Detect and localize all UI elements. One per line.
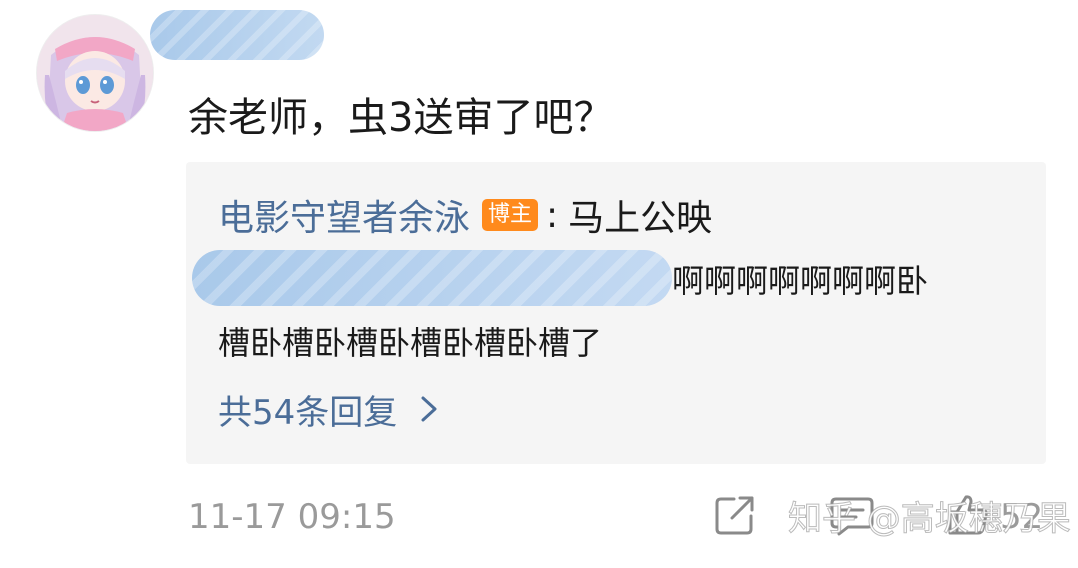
comment-text: 余老师，虫3送审了吧？: [188, 95, 614, 141]
avatar-illustration: [37, 15, 153, 131]
like-count: 52: [1000, 497, 1044, 537]
reply-separator: :: [546, 194, 559, 236]
thumbs-up-icon[interactable]: [944, 492, 992, 538]
reply-username[interactable]: 电影守望者余泳: [218, 189, 470, 241]
reply-text: 马上公映: [568, 198, 713, 239]
reply-count-label: 共54条回复: [218, 392, 398, 433]
comment-card: 余老师，虫3送审了吧？ 电影守望者余泳 博主 : 马上公映 啊啊啊啊啊啊啊卧 槽…: [0, 0, 1078, 568]
blogger-badge: 博主: [482, 199, 539, 231]
reply-username-redacted: [192, 250, 672, 306]
reply-first-line: 电影守望者余泳 博主 : 马上公映: [218, 189, 713, 241]
view-all-replies-link[interactable]: 共54条回复: [218, 384, 443, 434]
username-redacted: [150, 10, 324, 60]
reply-preview[interactable]: 电影守望者余泳 博主 : 马上公映 啊啊啊啊啊啊啊卧 槽卧槽卧槽卧槽卧槽卧槽了 …: [186, 162, 1046, 464]
timestamp: 11-17 09:15: [188, 497, 396, 537]
reply-text-line-2: 槽卧槽卧槽卧槽卧槽卧槽了: [218, 324, 603, 362]
share-icon[interactable]: [712, 492, 758, 538]
reply-text-line-1: 啊啊啊啊啊啊啊卧: [672, 262, 929, 300]
chevron-right-icon: [421, 396, 437, 422]
comment-icon[interactable]: [828, 492, 876, 538]
avatar[interactable]: [36, 14, 154, 132]
